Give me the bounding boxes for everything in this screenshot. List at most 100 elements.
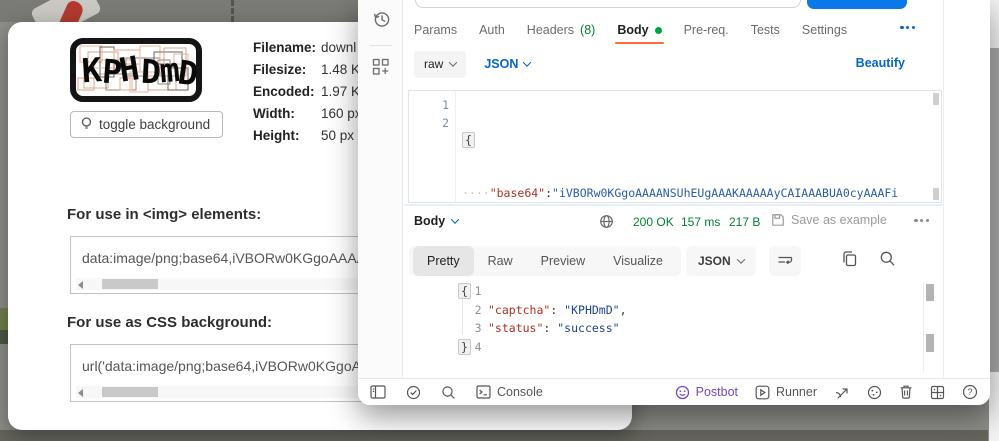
json-key: "status" bbox=[488, 321, 543, 335]
tab-auth[interactable]: Auth bbox=[479, 17, 505, 43]
meta-label: Height: bbox=[253, 128, 300, 143]
response-body-select[interactable]: Body bbox=[414, 214, 458, 228]
cookies-icon[interactable] bbox=[867, 385, 882, 400]
tab-body[interactable]: Body bbox=[617, 17, 661, 43]
request-more-options-icon[interactable] bbox=[900, 26, 915, 29]
tab-label: Headers bbox=[527, 23, 574, 37]
new-grid-icon[interactable] bbox=[372, 58, 390, 76]
line-number: 1 bbox=[409, 98, 449, 112]
response-time[interactable]: 157 ms bbox=[681, 215, 720, 229]
runner-button[interactable]: Runner bbox=[755, 385, 817, 400]
console-label: Console bbox=[497, 385, 543, 399]
request-tabs: Params Auth Headers (8) Body Pre-req. Te… bbox=[414, 17, 847, 43]
tab-label: Params bbox=[414, 23, 457, 37]
hscrollbar-thumb[interactable] bbox=[102, 387, 158, 397]
response-view-tabs: Pretty Raw Preview Visualize bbox=[409, 246, 681, 276]
editor-scrollbar-thumb[interactable] bbox=[933, 188, 939, 200]
tab-label: Pre-req. bbox=[684, 23, 729, 37]
panes-layout-icon[interactable] bbox=[930, 385, 945, 400]
chevron-down-icon bbox=[736, 255, 744, 263]
page-scrollbar-thumb[interactable] bbox=[989, 48, 999, 372]
captcha-char: K bbox=[80, 50, 103, 90]
chevron-down-icon bbox=[523, 58, 531, 66]
copy-icon[interactable] bbox=[841, 250, 858, 268]
response-view-row: Pretty Raw Preview Visualize JSON bbox=[409, 246, 943, 276]
tab-tests[interactable]: Tests bbox=[751, 17, 780, 43]
response-more-options-icon[interactable] bbox=[914, 219, 929, 222]
response-scrollbar-thumb[interactable] bbox=[926, 334, 934, 352]
console-icon bbox=[476, 385, 491, 399]
json-key: "captcha" bbox=[488, 303, 550, 317]
body-mode-select[interactable]: raw bbox=[414, 51, 466, 78]
postman-left-sidebar bbox=[358, 0, 403, 378]
meta-value: 160 px bbox=[321, 106, 362, 121]
history-icon[interactable] bbox=[372, 10, 391, 29]
tab-settings[interactable]: Settings bbox=[802, 17, 847, 43]
svg-text:?: ? bbox=[967, 387, 972, 397]
code-line: "status": "success" bbox=[488, 319, 620, 338]
save-as-example-button[interactable]: Save as example bbox=[771, 213, 887, 227]
send-button[interactable] bbox=[807, 0, 907, 9]
toggle-sidebar-icon[interactable] bbox=[370, 385, 386, 399]
trash-icon[interactable] bbox=[899, 384, 913, 400]
search-icon[interactable] bbox=[441, 385, 456, 400]
meta-value: 1.97 K bbox=[321, 84, 360, 99]
console-button[interactable]: Console bbox=[476, 385, 543, 399]
json-value: "success" bbox=[557, 321, 619, 335]
wrap-lines-icon bbox=[777, 255, 793, 268]
response-language-label: JSON bbox=[698, 254, 731, 268]
tab-label: Auth bbox=[479, 23, 505, 37]
hscrollbar-thumb[interactable] bbox=[102, 279, 158, 289]
indent-guide bbox=[462, 296, 463, 335]
response-scrollbar-thumb[interactable] bbox=[926, 284, 934, 301]
tab-headers[interactable]: Headers (8) bbox=[527, 17, 596, 43]
tab-visualize[interactable]: Visualize bbox=[599, 246, 677, 276]
request-body-code[interactable]: { ····"base64":"iVBORw0KGgoAAAANSUhEUgAA… bbox=[462, 96, 900, 203]
tab-pre-request[interactable]: Pre-req. bbox=[684, 17, 729, 43]
fold-marker[interactable]: { bbox=[458, 283, 471, 299]
code-line: } bbox=[458, 338, 471, 357]
json-comma: , bbox=[620, 303, 627, 317]
meta-label: Filename: bbox=[253, 40, 316, 55]
response-body-viewer[interactable]: 1 2 3 4 { "captcha": "KPHDmD", "status":… bbox=[404, 282, 943, 374]
pane-splitter[interactable] bbox=[404, 204, 943, 206]
tab-params[interactable]: Params bbox=[414, 17, 457, 43]
capture-requests-icon[interactable] bbox=[834, 385, 850, 400]
postbot-button[interactable]: Postbot bbox=[675, 385, 738, 400]
body-language-select[interactable]: JSON bbox=[484, 57, 530, 71]
response-body-label: Body bbox=[414, 214, 445, 228]
wrap-lines-button[interactable] bbox=[769, 246, 801, 276]
fold-marker[interactable]: { bbox=[462, 132, 475, 148]
postman-window: Params Auth Headers (8) Body Pre-req. Te… bbox=[358, 0, 990, 405]
request-body-editor[interactable]: 1 2 { ····"base64":"iVBORw0KGgoAAAANSUhE… bbox=[408, 90, 942, 203]
meta-label: Encoded: bbox=[253, 84, 315, 99]
css-usage-heading: For use as CSS background: bbox=[67, 314, 272, 331]
response-language-select[interactable]: JSON bbox=[686, 246, 756, 276]
editor-scrollbar-thumb[interactable] bbox=[933, 93, 939, 105]
globe-icon bbox=[599, 214, 614, 229]
meta-label: Filesize: bbox=[253, 62, 306, 77]
toggle-background-button[interactable]: toggle background bbox=[70, 111, 223, 138]
chevron-down-icon bbox=[449, 58, 457, 66]
img-usage-heading: For use in <img> elements: bbox=[67, 206, 261, 223]
help-icon[interactable]: ? bbox=[962, 384, 978, 400]
checks-icon[interactable] bbox=[406, 385, 421, 400]
tab-pretty[interactable]: Pretty bbox=[413, 246, 474, 276]
tab-raw[interactable]: Raw bbox=[474, 246, 527, 276]
scroll-left-arrow-icon[interactable] bbox=[78, 389, 83, 397]
fold-marker[interactable]: } bbox=[458, 339, 471, 355]
meta-value: 1.48 K bbox=[321, 62, 360, 77]
line-number: 3 bbox=[446, 319, 482, 338]
search-icon[interactable] bbox=[879, 250, 896, 268]
request-url-input[interactable] bbox=[415, 0, 801, 8]
status-code[interactable]: 200 OK bbox=[633, 215, 674, 229]
beautify-link[interactable]: Beautify bbox=[856, 56, 905, 70]
save-icon bbox=[771, 213, 785, 227]
meta-label: Width: bbox=[253, 106, 295, 121]
response-size[interactable]: 217 B bbox=[729, 215, 760, 229]
background-dashed-line bbox=[231, 0, 234, 22]
response-scrollbar-track[interactable] bbox=[923, 282, 924, 372]
tab-preview[interactable]: Preview bbox=[527, 246, 599, 276]
scroll-left-arrow-icon[interactable] bbox=[78, 281, 83, 289]
code-line: "captcha": "KPHDmD", bbox=[488, 301, 627, 320]
